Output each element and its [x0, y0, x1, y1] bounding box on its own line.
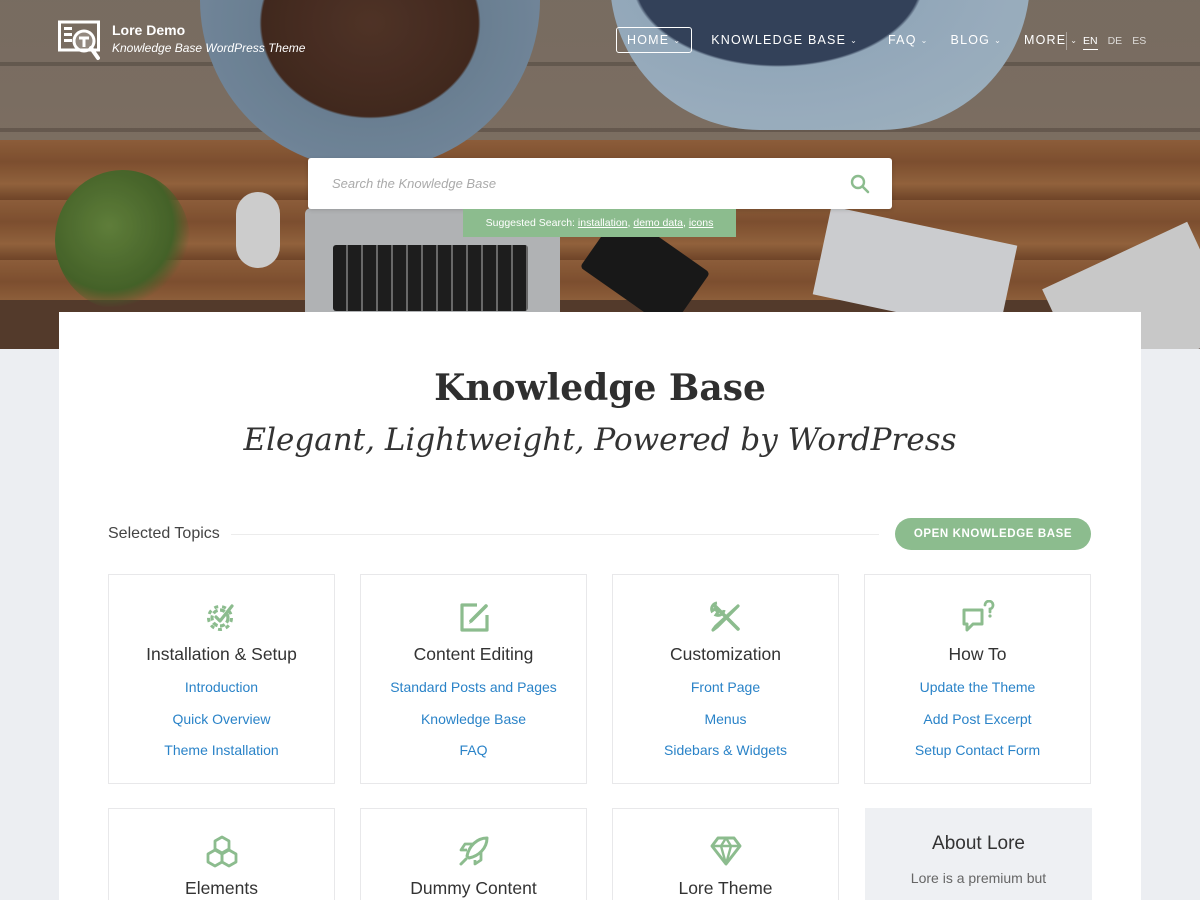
page-title: Knowledge Base [434, 367, 766, 409]
rocket-icon [459, 836, 489, 866]
topic-link[interactable]: Menus [613, 709, 838, 741]
topic-link[interactable]: Knowledge Base [361, 709, 586, 741]
nav-home[interactable]: HOME ⌄ [616, 27, 693, 53]
topic-card-lore-theme: Lore Theme [612, 808, 839, 900]
language-divider [1066, 32, 1067, 50]
lang-de[interactable]: DE [1108, 35, 1123, 50]
topic-link[interactable]: Introduction [109, 677, 334, 709]
cubes-icon [206, 835, 238, 868]
topic-link[interactable]: Setup Contact Form [865, 740, 1090, 772]
chat-question-icon [962, 600, 995, 632]
nav-blog-label: BLOG [950, 33, 991, 47]
chevron-down-icon: ⌄ [920, 35, 929, 45]
about-widget: About Lore Lore is a premium but [865, 808, 1092, 900]
site-tagline: Knowledge Base WordPress Theme [112, 41, 306, 55]
nav-more-label: MORE [1023, 33, 1067, 47]
topic-title: Lore Theme [678, 878, 773, 898]
topic-link[interactable]: Update the Theme [865, 677, 1090, 709]
about-text: Lore is a premium but [910, 870, 1047, 886]
topic-link[interactable]: Quick Overview [109, 709, 334, 741]
topic-card-installation: Installation & Setup Introduction Quick … [108, 574, 335, 784]
search-box [308, 158, 892, 209]
diamond-icon [710, 836, 742, 866]
search-icon[interactable] [850, 174, 870, 194]
topic-title: Installation & Setup [146, 644, 297, 664]
suggestion-link[interactable]: demo data [633, 217, 683, 229]
topic-card-content-editing: Content Editing Standard Posts and Pages… [360, 574, 587, 784]
topic-link[interactable]: Theme Installation [109, 740, 334, 772]
nav-knowledge-base-label: KNOWLEDGE BASE [711, 33, 847, 47]
search-input[interactable] [332, 158, 832, 209]
selected-topics-label: Selected Topics [108, 525, 220, 542]
nav-knowledge-base[interactable]: KNOWLEDGE BASE ⌄ [700, 27, 869, 53]
page-subtitle: Elegant, Lightweight, Powered by WordPre… [243, 422, 957, 458]
topic-title: Elements [185, 878, 258, 898]
topic-title: Dummy Content [410, 878, 537, 898]
topic-card-customization: Customization Front Page Menus Sidebars … [612, 574, 839, 784]
open-knowledge-base-button[interactable]: OPEN KNOWLEDGE BASE [895, 518, 1091, 550]
main-nav: HOME ⌄ KNOWLEDGE BASE ⌄ FAQ ⌄ BLOG ⌄ MORE ⌄ [616, 27, 1089, 53]
gear-check-icon [207, 604, 234, 631]
nav-faq[interactable]: FAQ ⌄ [877, 27, 940, 53]
topic-card-elements: Elements [108, 808, 335, 900]
topic-card-dummy-content: Dummy Content [360, 808, 587, 900]
suggested-search-label: Suggested Search: [485, 217, 575, 229]
main-content: Knowledge Base Elegant, Lightweight, Pow… [59, 312, 1141, 900]
suggested-search: Suggested Search: installation, demo dat… [463, 209, 736, 237]
nav-more[interactable]: MORE ⌄ [1013, 27, 1089, 53]
suggestion-link[interactable]: installation [578, 217, 628, 229]
topic-link[interactable]: Add Post Excerpt [865, 709, 1090, 741]
topic-title: How To [948, 644, 1007, 664]
topic-link[interactable]: Front Page [613, 677, 838, 709]
topic-title: Content Editing [413, 644, 534, 664]
chevron-down-icon: ⌄ [850, 35, 859, 45]
chevron-down-icon: ⌄ [673, 35, 682, 45]
lang-en[interactable]: EN [1083, 35, 1098, 50]
topic-link[interactable]: Standard Posts and Pages [361, 677, 586, 709]
lang-es[interactable]: ES [1132, 35, 1146, 50]
nav-faq-label: FAQ [888, 33, 917, 47]
topic-link[interactable]: FAQ [361, 740, 586, 772]
site-title[interactable]: Lore Demo [112, 22, 185, 38]
topic-card-how-to: How To Update the Theme Add Post Excerpt… [864, 574, 1091, 784]
section-divider [231, 534, 879, 535]
nav-blog[interactable]: BLOG ⌄ [940, 27, 1013, 53]
logo-icon[interactable] [58, 19, 100, 61]
language-switcher: EN DE ES [1083, 35, 1146, 50]
about-title: About Lore [932, 833, 1025, 854]
topic-title: Customization [670, 644, 781, 664]
suggestion-link[interactable]: icons [689, 217, 714, 229]
nav-home-label: HOME [627, 33, 670, 47]
chevron-down-icon: ⌄ [994, 35, 1002, 45]
topic-link[interactable]: Sidebars & Widgets [613, 740, 838, 772]
edit-icon [460, 603, 489, 632]
tools-icon [710, 601, 740, 632]
chevron-down-icon: ⌄ [1070, 35, 1079, 45]
